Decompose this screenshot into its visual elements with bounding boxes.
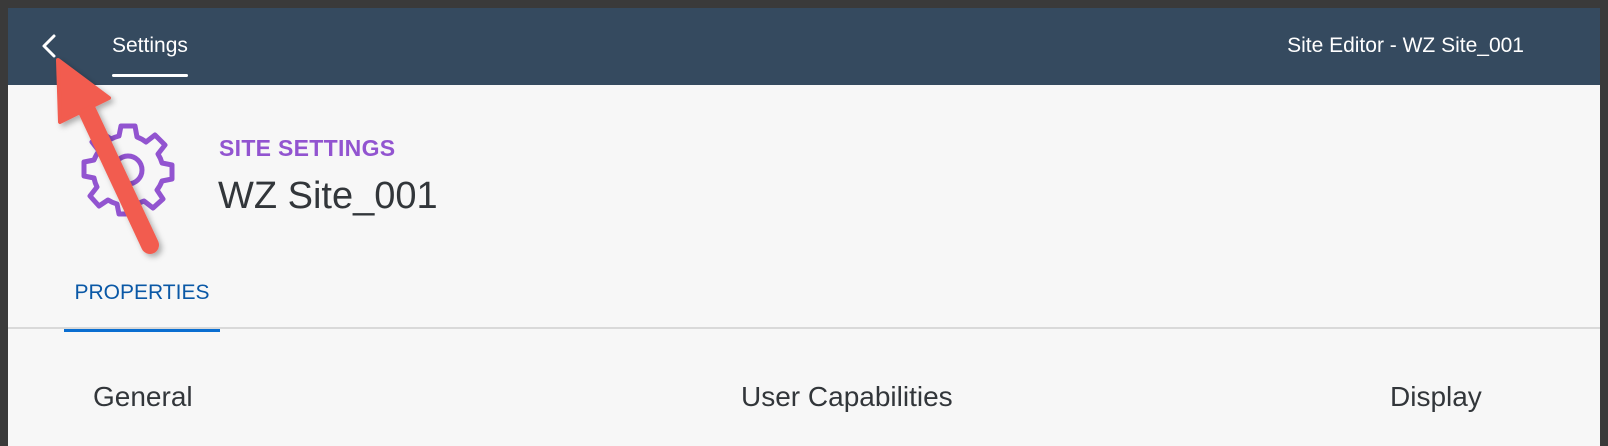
settings-tab[interactable]: Settings <box>112 8 188 85</box>
gear-icon <box>74 116 182 224</box>
shell-title: Site Editor - WZ Site_001 <box>1287 34 1524 57</box>
tab-properties[interactable]: PROPERTIES <box>64 278 220 332</box>
shell-header: Settings Site Editor - WZ Site_001 <box>8 8 1600 85</box>
section-general-heading: General <box>93 381 193 412</box>
app-window: Settings Site Editor - WZ Site_001 SITE … <box>8 8 1600 446</box>
object-title: WZ Site_001 <box>218 175 438 217</box>
tab-divider <box>8 327 1600 329</box>
section-user-capabilities-heading: User Capabilities <box>741 381 953 412</box>
section-display-heading: Display <box>1390 381 1482 412</box>
back-button[interactable] <box>32 28 68 64</box>
object-subtitle: SITE SETTINGS <box>219 135 396 161</box>
chevron-left-icon <box>42 34 56 58</box>
